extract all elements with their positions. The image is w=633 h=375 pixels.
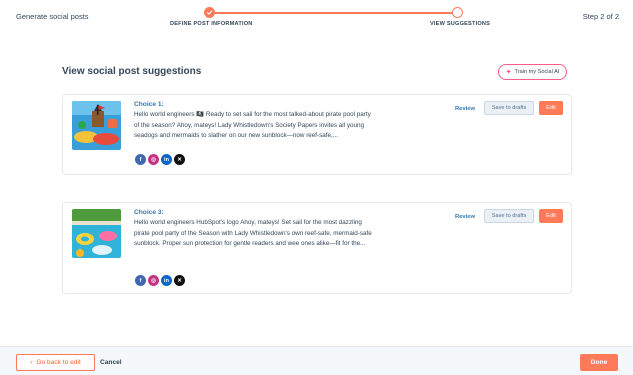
step-label-view-suggestions: VIEW SUGGESTIONS (430, 21, 491, 27)
page-title: View social post suggestions (62, 66, 202, 77)
review-link[interactable]: Review (455, 106, 475, 112)
post-preview-text: Hello world engineers 🏴‍☠️ Ready to set … (134, 111, 371, 139)
linkedin-icon: in (161, 275, 172, 286)
step-current-icon (452, 7, 463, 18)
pool-floats-photo (72, 209, 121, 258)
linkedin-icon: in (161, 154, 172, 165)
train-social-ai-button[interactable]: ✦ Train my Social AI (498, 64, 567, 80)
review-link[interactable]: Review (455, 214, 475, 220)
x-icon: ✕ (174, 275, 185, 286)
instagram-icon: ◎ (148, 154, 159, 165)
facebook-icon: f (135, 154, 146, 165)
pirate-pool-party-photo (72, 101, 121, 150)
social-network-icons: f ◎ in ✕ (135, 275, 185, 286)
save-to-drafts-button[interactable]: Save to drafts (484, 101, 534, 115)
post-preview-text: Hello world engineers HubSpot's logo Aho… (134, 219, 372, 247)
x-icon: ✕ (174, 154, 185, 165)
edit-button[interactable]: Edit (539, 209, 563, 223)
done-button[interactable]: Done (580, 354, 618, 371)
checkmark-icon (206, 10, 213, 15)
go-back-button[interactable]: ‹ Go back to edit (16, 354, 95, 371)
post-image-pool-floats (72, 209, 121, 258)
post-image-pirate-pool-party (72, 101, 121, 150)
sparkle-icon: ✦ (505, 68, 512, 76)
edit-button[interactable]: Edit (539, 101, 563, 115)
save-to-drafts-button[interactable]: Save to drafts (484, 209, 534, 223)
stepper-progress-line (209, 12, 457, 14)
chevron-left-icon: ‹ (30, 359, 33, 366)
train-social-ai-label: Train my Social AI (514, 69, 560, 75)
main-content: View social post suggestions ✦ Train my … (0, 34, 633, 346)
header-title: Generate social posts (16, 12, 89, 21)
choice-title: Choice 3: (134, 209, 164, 216)
social-network-icons: f ◎ in ✕ (135, 154, 185, 165)
step-label-define-post: DEFINE POST INFORMATION (170, 21, 253, 27)
suggestion-card: Choice 3: Hello world engineers HubSpot'… (62, 202, 572, 294)
choice-title: Choice 1: (134, 101, 164, 108)
cancel-link[interactable]: Cancel (100, 359, 122, 366)
go-back-label: Go back to edit (36, 359, 81, 366)
instagram-icon: ◎ (148, 275, 159, 286)
suggestion-card: Choice 1: Hello world engineers 🏴‍☠️ Rea… (62, 94, 572, 175)
step-indicator: Step 2 of 2 (582, 12, 619, 21)
wizard-footer: ‹ Go back to edit Cancel Done (0, 346, 633, 375)
step-complete-icon (204, 7, 215, 18)
wizard-header: Generate social posts DEFINE POST INFORM… (0, 0, 633, 34)
facebook-icon: f (135, 275, 146, 286)
